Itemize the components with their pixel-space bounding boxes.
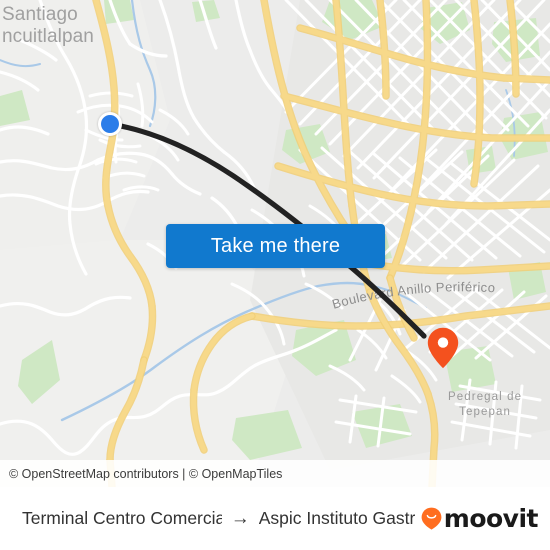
destination-pin-marker[interactable] <box>427 327 459 369</box>
moovit-logo[interactable]: moovit <box>421 506 550 531</box>
map-canvas[interactable]: .rd-main { stroke:#f7d98a; fill:none; st… <box>0 0 550 487</box>
moovit-wordmark: moovit <box>443 504 539 533</box>
map-attribution-bar: © OpenStreetMap contributors | © OpenMap… <box>0 460 550 487</box>
origin-dot-marker[interactable] <box>98 112 122 136</box>
map-pin-icon <box>427 327 459 369</box>
footer-bar: Terminal Centro Comercia... → Aspic Inst… <box>0 487 550 550</box>
take-me-there-button[interactable]: Take me there <box>166 224 385 268</box>
destination-stop-label: Aspic Instituto Gastr... <box>258 508 415 528</box>
moovit-route-preview: .rd-main { stroke:#f7d98a; fill:none; st… <box>0 0 550 550</box>
origin-stop-label: Terminal Centro Comercia... <box>22 508 222 528</box>
arrow-right-icon: → <box>230 508 250 529</box>
route-summary: Terminal Centro Comercia... → Aspic Inst… <box>0 508 415 529</box>
attribution-text[interactable]: © OpenStreetMap contributors | © OpenMap… <box>0 467 282 481</box>
moovit-pin-icon <box>421 507 442 530</box>
